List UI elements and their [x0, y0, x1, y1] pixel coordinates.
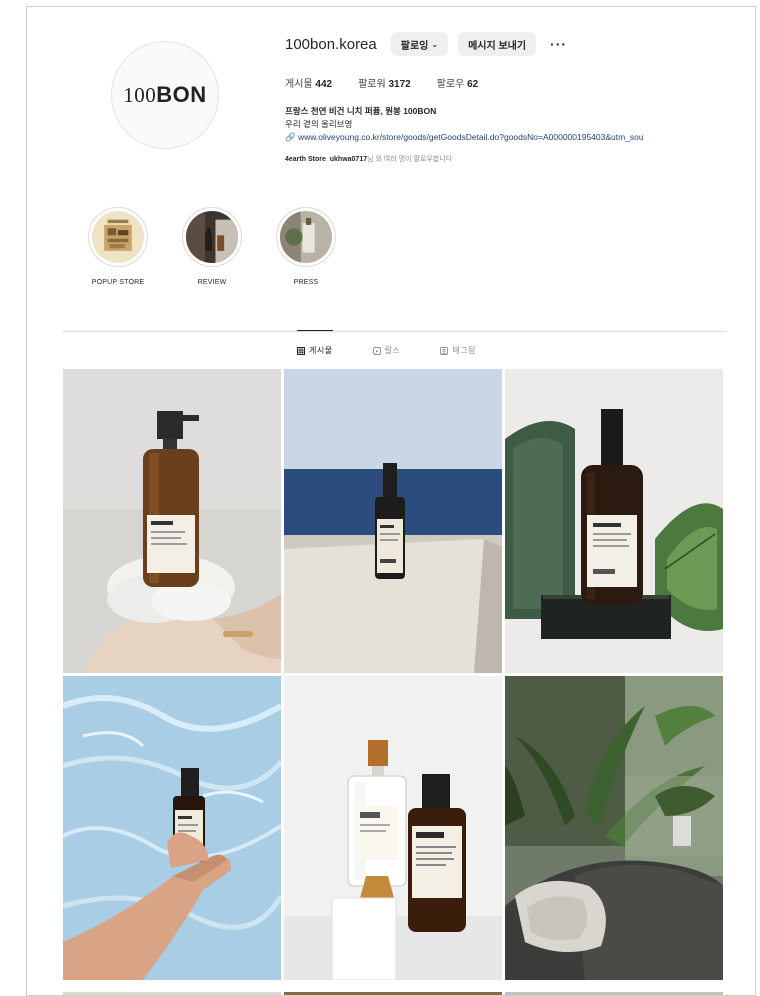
post-image	[505, 369, 723, 673]
bio-name: 프랑스 천연 비건 니치 퍼퓸, 원봉 100BON	[285, 106, 437, 116]
highlight-popup-store[interactable]: POPUP STORE	[79, 207, 157, 286]
profile-bio: 프랑스 천연 비건 니치 퍼퓸, 원봉 100BON 우리 곁의 올리브영 🔗 …	[285, 105, 745, 166]
highlight-thumbnail	[280, 211, 332, 263]
profile-avatar[interactable]: 100BON	[111, 41, 219, 149]
post-thumbnail[interactable]	[284, 992, 502, 995]
more-horizontal-icon[interactable]: ···	[546, 36, 567, 52]
post-thumbnail[interactable]	[63, 369, 281, 673]
profile-username: 100bon.korea	[285, 35, 377, 53]
profile-header-row: 100bon.korea 팔로잉 ⌄ 메시지 보내기 ···	[285, 29, 567, 59]
tag-icon	[440, 346, 449, 355]
highlight-press[interactable]: PRESS	[267, 207, 345, 286]
highlight-label: REVIEW	[197, 279, 227, 286]
post-thumbnail[interactable]	[505, 992, 723, 995]
tab-reels[interactable]: 릴스	[372, 331, 401, 356]
highlight-thumbnail	[92, 211, 144, 263]
highlight-label: POPUP STORE	[91, 279, 145, 286]
profile-tabs: 게시물 릴스 태그됨	[297, 330, 476, 356]
tab-posts[interactable]: 게시물	[297, 330, 333, 356]
grid-icon	[297, 346, 305, 355]
bio-line: 우리 곁의 올리브영	[285, 119, 353, 129]
post-thumbnail[interactable]	[284, 676, 502, 980]
post-thumbnail[interactable]	[63, 676, 281, 980]
link-icon: 🔗	[285, 132, 296, 142]
following-button[interactable]: 팔로잉 ⌄	[390, 32, 449, 56]
post-image	[284, 676, 502, 980]
post-thumbnail[interactable]	[505, 676, 723, 980]
post-image	[505, 676, 723, 980]
posts-stat: 게시물 442	[285, 79, 333, 90]
highlight-thumbnail	[186, 211, 238, 263]
instagram-profile-page: 100BON 100bon.korea 팔로잉 ⌄ 메시지 보내기 ··· 게시물…	[26, 6, 756, 996]
highlight-label: PRESS	[293, 279, 319, 286]
post-thumbnail[interactable]	[284, 369, 502, 673]
profile-stats: 게시물 442 팔로워 3172 팔로우 62	[285, 75, 478, 90]
highlight-review[interactable]: REVIEW	[173, 207, 251, 286]
following-stat[interactable]: 팔로우 62	[437, 75, 479, 90]
bio-link[interactable]: 🔗 www.oliveyoung.co.kr/store/goods/getGo…	[285, 131, 745, 144]
post-thumbnail[interactable]	[63, 992, 281, 995]
posts-grid	[63, 369, 723, 980]
post-image	[63, 369, 281, 673]
post-image	[284, 369, 502, 673]
brand-logo: 100BON	[123, 82, 207, 107]
followers-stat[interactable]: 팔로워 3172	[358, 75, 411, 90]
posts-grid-next-row	[63, 992, 723, 995]
post-image	[63, 676, 281, 980]
story-highlights: POPUP STORE REVIEW PRESS	[79, 207, 345, 286]
message-button[interactable]: 메시지 보내기	[458, 32, 537, 56]
tab-tagged[interactable]: 태그됨	[440, 331, 476, 356]
chevron-down-icon: ⌄	[431, 39, 439, 49]
followed-by-text[interactable]: 4earth Store, ukhwa0717님 외 여러 명이 팔로우합니다	[285, 153, 745, 166]
reels-icon	[372, 346, 381, 355]
post-thumbnail[interactable]	[505, 369, 723, 673]
